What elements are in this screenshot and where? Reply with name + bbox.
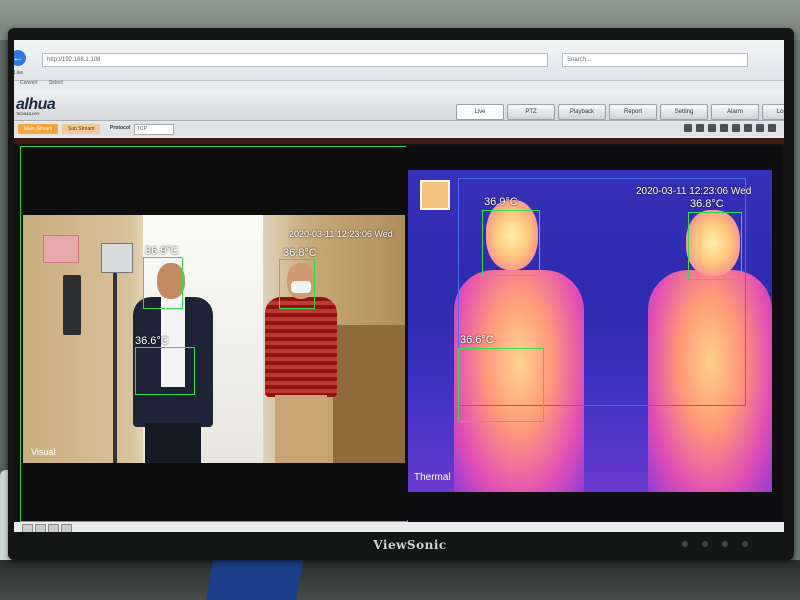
paper-on-desk bbox=[206, 555, 304, 600]
protocol-label: Protocol bbox=[110, 125, 131, 131]
monitor-screen: ← http://192.168.1.108 Search... Live Co… bbox=[14, 40, 784, 532]
tab-ptz[interactable]: PTZ bbox=[507, 104, 555, 120]
wall-sign bbox=[43, 235, 79, 263]
temperature-label: 36.8°C bbox=[690, 198, 724, 210]
temperature-label: 36.8°C bbox=[283, 247, 317, 259]
tab-live[interactable]: Live bbox=[456, 104, 504, 120]
detection-box bbox=[482, 210, 540, 276]
main-nav: Live PTZ Playback Report Setting Alarm L… bbox=[456, 104, 784, 120]
thermal-label: Thermal bbox=[414, 472, 451, 483]
detection-box bbox=[279, 259, 315, 309]
desk bbox=[0, 560, 800, 600]
tab-alarm[interactable]: Alarm bbox=[711, 104, 759, 120]
visual-label: Visual bbox=[31, 447, 56, 457]
window-layout-icon[interactable] bbox=[48, 524, 59, 532]
logout-button[interactable]: Logout bbox=[762, 104, 784, 120]
temperature-label: 36.6°C bbox=[135, 335, 169, 347]
favorite-convert[interactable]: Convert bbox=[20, 80, 38, 86]
person-body bbox=[265, 297, 337, 397]
detection-box bbox=[143, 257, 183, 309]
app-header: alhua TECHNOLOGY Live PTZ Playback Repor… bbox=[14, 90, 784, 121]
tab-playback[interactable]: Playback bbox=[558, 104, 606, 120]
fullscreen-icon[interactable] bbox=[768, 124, 776, 132]
thermal-video-panel[interactable]: 2020-03-11 12:23:06 Wed 36.9°C 36.8°C 36… bbox=[406, 146, 782, 520]
browser-toolbar: ← http://192.168.1.108 Search... Live bbox=[14, 40, 784, 81]
detection-box bbox=[135, 347, 195, 395]
thermal-camera-device bbox=[101, 243, 133, 273]
visual-timestamp: 2020-03-11 12:23:06 Wed bbox=[289, 229, 393, 239]
address-bar[interactable]: http://192.168.1.108 bbox=[42, 53, 548, 67]
bottom-controls bbox=[22, 524, 72, 532]
visual-camera-image bbox=[23, 215, 405, 463]
user-icon[interactable] bbox=[684, 124, 692, 132]
temperature-label: 36.6°C bbox=[460, 334, 494, 346]
layout-icon[interactable] bbox=[708, 124, 716, 132]
detection-box bbox=[458, 348, 544, 422]
tab-report[interactable]: Report bbox=[609, 104, 657, 120]
user-group-icon[interactable] bbox=[696, 124, 704, 132]
person-legs bbox=[145, 423, 201, 463]
monitor-button[interactable] bbox=[702, 541, 708, 547]
person-legs bbox=[275, 395, 327, 463]
back-arrow-icon[interactable]: ← bbox=[14, 50, 26, 66]
window-layout-icon[interactable] bbox=[61, 524, 72, 532]
elevator-panel bbox=[63, 275, 81, 335]
tab-setting[interactable]: Setting bbox=[660, 104, 708, 120]
zoom-icon[interactable] bbox=[744, 124, 752, 132]
snapshot-icon[interactable] bbox=[720, 124, 728, 132]
video-area: 2020-03-11 12:23:06 Wed 36.9°C 36.8°C 36… bbox=[14, 138, 784, 522]
monitor-brand: ViewSonic bbox=[373, 538, 447, 552]
audio-icon[interactable] bbox=[756, 124, 764, 132]
sub-stream-button[interactable]: Sub Stream bbox=[62, 124, 101, 134]
brand-logo: alhua TECHNOLOGY bbox=[16, 96, 56, 116]
search-input[interactable]: Search... bbox=[562, 53, 748, 67]
window-layout-icon[interactable] bbox=[22, 524, 33, 532]
main-stream-button[interactable]: Main Stream bbox=[18, 124, 59, 134]
status-strip bbox=[14, 138, 784, 144]
monitor-button[interactable] bbox=[722, 541, 728, 547]
monitor-button[interactable] bbox=[682, 541, 688, 547]
favorite-select[interactable]: Select bbox=[49, 80, 63, 86]
cabinet bbox=[333, 325, 405, 463]
view-tools bbox=[684, 124, 776, 132]
browser-tab-live[interactable]: Live bbox=[14, 70, 23, 76]
thermal-palette-icon bbox=[420, 180, 450, 210]
protocol-select[interactable]: TCP bbox=[134, 124, 174, 135]
power-button[interactable] bbox=[742, 541, 748, 547]
temperature-label: 36.9°C bbox=[145, 245, 179, 257]
tripod bbox=[113, 255, 117, 463]
monitor-buttons[interactable] bbox=[682, 541, 748, 547]
detection-box bbox=[688, 212, 742, 280]
thermal-timestamp: 2020-03-11 12:23:06 Wed bbox=[636, 186, 752, 197]
temperature-label: 36.9°C bbox=[484, 196, 518, 208]
visual-video-panel[interactable]: 2020-03-11 12:23:06 Wed 36.9°C 36.8°C 36… bbox=[20, 146, 408, 522]
window-layout-icon[interactable] bbox=[35, 524, 46, 532]
record-icon[interactable] bbox=[732, 124, 740, 132]
stream-toolbar: Main Stream Sub Stream Protocol TCP bbox=[14, 122, 784, 136]
